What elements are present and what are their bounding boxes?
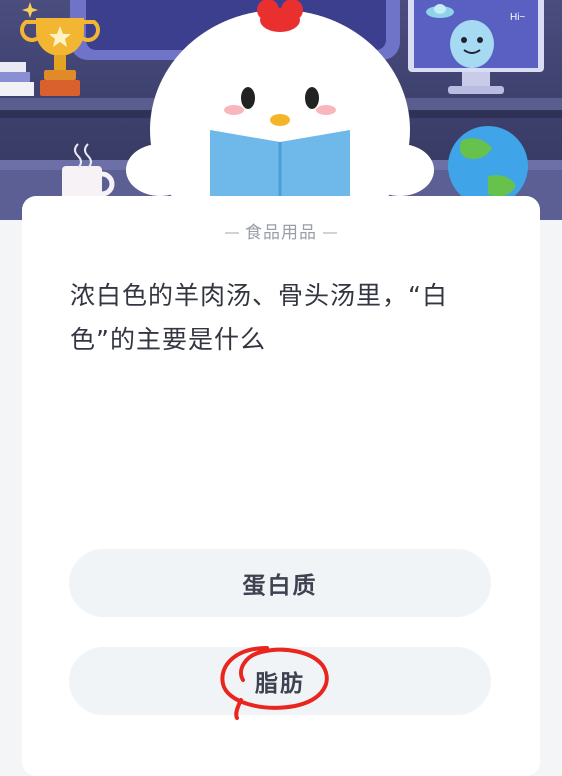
answer-option-label: 蛋白质 (242, 573, 318, 599)
header-illustration: Hi~ (0, 0, 562, 220)
speech-text: Hi~ (510, 12, 525, 23)
highlight-circle-mark (220, 646, 329, 720)
illustration-scene: Hi~ (0, 0, 562, 220)
divider-left (225, 232, 239, 234)
mug-icon (62, 143, 115, 200)
answer-option-1[interactable]: 蛋白质 (69, 549, 491, 617)
question-text: 浓白色的羊肉汤、骨头汤里，“白色”的主要是什么 (70, 281, 448, 354)
category-header: 食品用品 (22, 218, 540, 243)
alien-icon (450, 20, 494, 68)
monitor-icon: Hi~ (408, 0, 544, 94)
category-label: 食品用品 (245, 223, 317, 243)
books-icon (0, 62, 34, 96)
divider-right (323, 232, 337, 234)
